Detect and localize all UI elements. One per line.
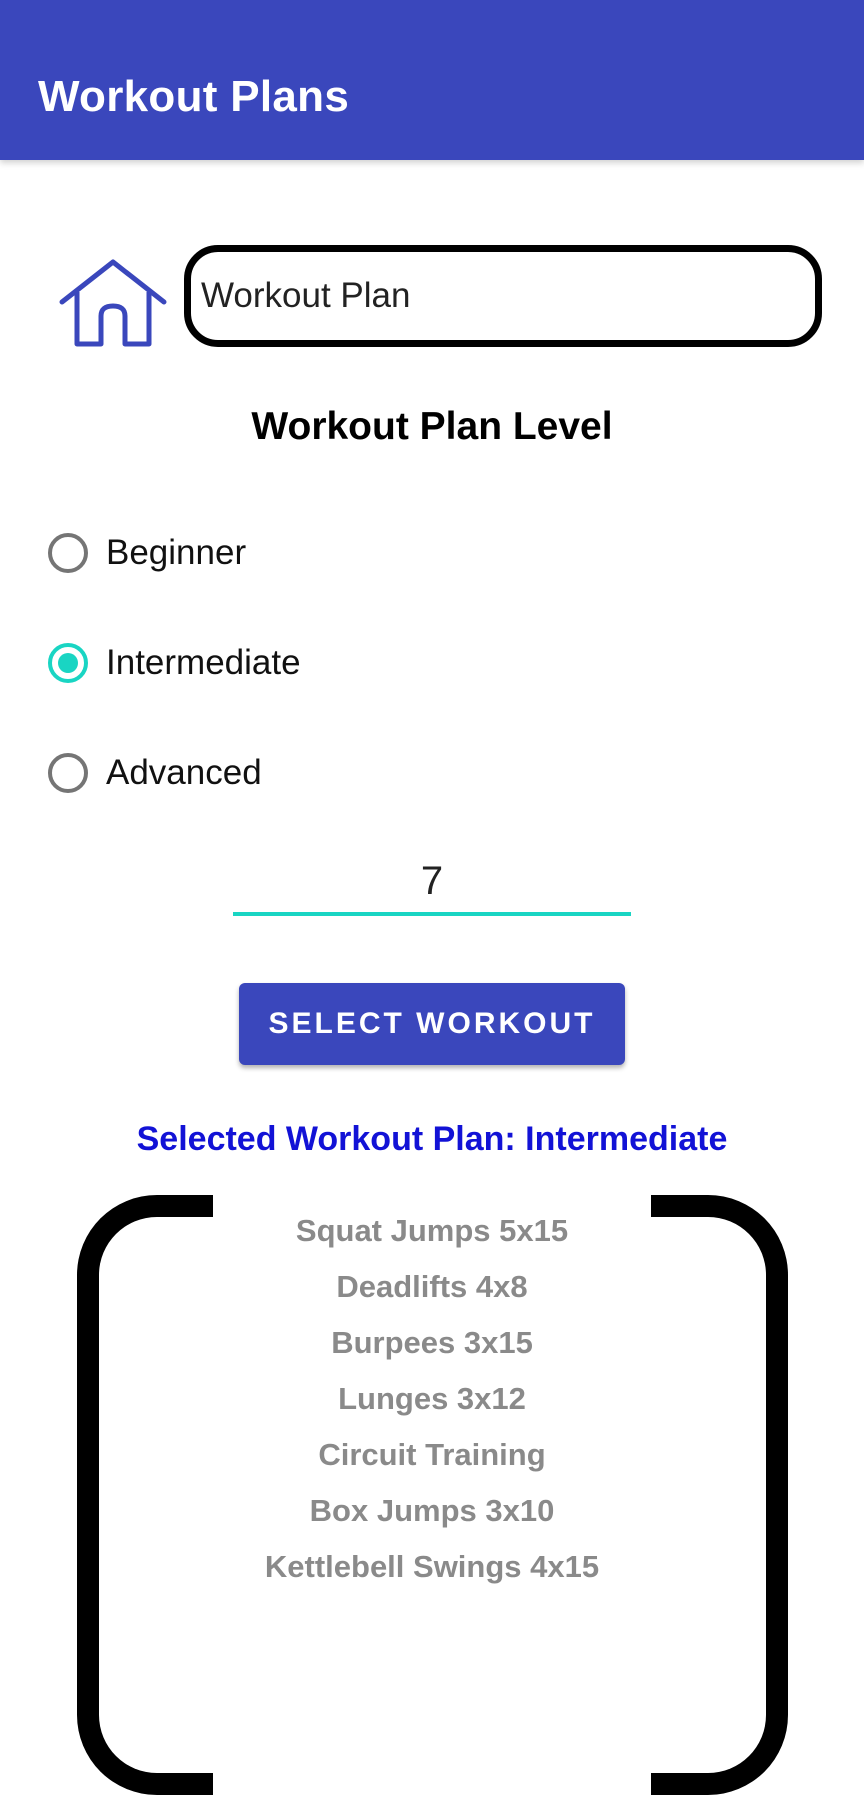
level-heading: Workout Plan Level — [251, 405, 613, 448]
radio-button-beginner[interactable] — [48, 533, 88, 573]
left-bracket — [77, 1195, 213, 1795]
app-bar: Workout Plans — [0, 0, 864, 160]
radio-label-beginner: Beginner — [106, 533, 247, 572]
radio-button-intermediate[interactable] — [48, 643, 88, 683]
exercise-item: Squat Jumps 5x15 — [295, 1213, 569, 1248]
radio-advanced[interactable]: Advanced — [48, 746, 548, 800]
number-field[interactable] — [233, 852, 631, 916]
radio-intermediate[interactable]: Intermediate — [48, 636, 548, 690]
exercise-item: Deadlifts 4x8 — [336, 1269, 528, 1304]
app-title: Workout Plans — [38, 72, 350, 121]
home-icon[interactable] — [58, 258, 168, 350]
selected-plan-text: Selected Workout Plan: Intermediate — [136, 1120, 728, 1158]
right-bracket — [651, 1195, 788, 1795]
exercise-item: Lunges 3x12 — [338, 1381, 526, 1416]
radio-label-intermediate: Intermediate — [106, 643, 301, 682]
exercise-list: Squat Jumps 5x15 Deadlifts 4x8 Burpees 3… — [213, 1203, 651, 1595]
radio-button-advanced[interactable] — [48, 753, 88, 793]
radio-beginner[interactable]: Beginner — [48, 526, 548, 580]
workout-name-field[interactable] — [184, 245, 822, 347]
workout-name-input[interactable] — [201, 252, 801, 340]
select-workout-button[interactable]: SELECT WORKOUT — [239, 983, 625, 1065]
exercise-item: Kettlebell Swings 4x15 — [264, 1549, 600, 1584]
exercise-item: Box Jumps 3x10 — [309, 1493, 555, 1528]
number-input[interactable] — [233, 852, 631, 910]
exercise-item: Burpees 3x15 — [331, 1325, 533, 1360]
radio-label-advanced: Advanced — [106, 753, 262, 792]
exercise-item: Circuit Training — [318, 1437, 546, 1472]
